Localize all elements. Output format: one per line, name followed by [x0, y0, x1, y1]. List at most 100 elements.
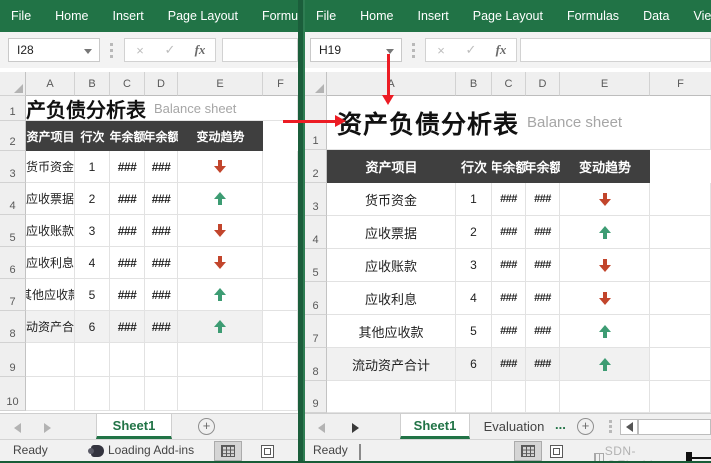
cell[interactable] — [263, 151, 298, 183]
cell[interactable] — [75, 343, 110, 377]
cell-line[interactable]: 6 — [75, 311, 110, 343]
cell-value[interactable]: ### — [526, 282, 560, 315]
cell[interactable] — [456, 381, 492, 413]
row-number[interactable]: 7 — [0, 279, 26, 311]
cell-trend[interactable] — [560, 216, 650, 249]
row-number[interactable]: 6 — [305, 282, 327, 315]
cell[interactable] — [145, 343, 178, 377]
row-number[interactable]: 5 — [0, 215, 26, 247]
tab-nav-right-icon[interactable] — [352, 423, 359, 433]
cell-value[interactable]: ### — [110, 151, 145, 183]
sheet-tab-sheet1[interactable]: Sheet1 — [96, 414, 172, 439]
header-line[interactable]: 行次 — [75, 121, 110, 151]
cell[interactable] — [263, 377, 298, 411]
header-year-balance-1[interactable]: 年余额 — [492, 150, 526, 183]
sheet-title-cell[interactable]: 资产负债分析表 Balance sheet — [327, 96, 650, 150]
cell-label[interactable]: 应收利息 — [327, 282, 456, 315]
ribbon-tab-data[interactable]: Data — [631, 0, 681, 32]
header-year-balance-1[interactable]: 年余额 — [110, 121, 145, 151]
normal-view-button[interactable] — [214, 441, 242, 461]
row-number[interactable]: 5 — [305, 249, 327, 282]
select-all-corner[interactable] — [305, 72, 327, 96]
insert-function-icon[interactable]: fx — [486, 42, 516, 58]
tab-nav-left-icon[interactable] — [14, 423, 21, 433]
cell-value[interactable]: ### — [110, 279, 145, 311]
page-layout-view-button[interactable] — [253, 441, 281, 461]
column-header-e[interactable]: E — [560, 72, 650, 96]
cell[interactable] — [650, 96, 711, 150]
enter-icon[interactable]: ✓ — [456, 42, 486, 58]
cell-label[interactable]: 应收票据 — [26, 183, 75, 215]
column-header-e[interactable]: E — [178, 72, 263, 96]
cell-value[interactable]: ### — [526, 183, 560, 216]
cell[interactable] — [526, 381, 560, 413]
column-header-d[interactable]: D — [145, 72, 178, 96]
cell-value[interactable]: ### — [492, 183, 526, 216]
column-header-b[interactable]: B — [456, 72, 492, 96]
cell-trend[interactable] — [560, 249, 650, 282]
cell-label[interactable]: 应收利息 — [26, 247, 75, 279]
ribbon-tab-page-layout[interactable]: Page Layout — [461, 0, 555, 32]
cell-line[interactable]: 4 — [75, 247, 110, 279]
header-trend[interactable]: 变动趋势 — [560, 150, 650, 183]
row-number[interactable]: 8 — [305, 348, 327, 381]
cell[interactable] — [26, 377, 75, 411]
header-item[interactable]: 资产项目 — [327, 150, 456, 183]
tab-nav-left-icon[interactable] — [318, 423, 325, 433]
cell-trend[interactable] — [560, 282, 650, 315]
cell-label[interactable]: 货币资金 — [26, 151, 75, 183]
cell[interactable] — [145, 377, 178, 411]
formula-input[interactable] — [520, 38, 711, 62]
cell[interactable] — [178, 377, 263, 411]
ribbon-tab-insert[interactable]: Insert — [406, 0, 461, 32]
cell-line[interactable]: 2 — [456, 216, 492, 249]
cell[interactable] — [560, 381, 650, 413]
row-number[interactable]: 9 — [305, 381, 327, 413]
column-header-c[interactable]: C — [492, 72, 526, 96]
cell[interactable] — [650, 282, 711, 315]
ribbon-tab-home[interactable]: Home — [43, 0, 100, 32]
row-number[interactable]: 7 — [305, 315, 327, 348]
insert-function-icon[interactable]: fx — [185, 42, 215, 58]
cell[interactable] — [263, 343, 298, 377]
row-number[interactable]: 9 — [0, 343, 26, 377]
cell-label[interactable]: 应收账款 — [26, 215, 75, 247]
cell-trend[interactable] — [178, 279, 263, 311]
cell-value[interactable]: ### — [492, 216, 526, 249]
cell-trend[interactable] — [178, 215, 263, 247]
cell-value[interactable]: ### — [110, 183, 145, 215]
cell[interactable] — [650, 381, 711, 413]
cell[interactable] — [263, 279, 298, 311]
cell-value[interactable]: ### — [526, 315, 560, 348]
column-header-b[interactable]: B — [75, 72, 110, 96]
add-sheet-icon[interactable]: + — [577, 418, 594, 435]
cell-label[interactable]: 其他应收款 — [26, 279, 75, 311]
cell-value[interactable]: ### — [145, 151, 178, 183]
cell-line[interactable]: 1 — [75, 151, 110, 183]
enter-icon[interactable]: ✓ — [155, 42, 185, 58]
ribbon-tab-home[interactable]: Home — [348, 0, 405, 32]
cell-value[interactable]: ### — [492, 315, 526, 348]
header-item[interactable]: 资产项目 — [26, 121, 75, 151]
cell-value[interactable]: ### — [526, 249, 560, 282]
cell-label[interactable]: 货币资金 — [327, 183, 456, 216]
cell-line[interactable]: 6 — [456, 348, 492, 381]
header-year-balance-2[interactable]: 年余额 — [145, 121, 178, 151]
cell-value[interactable]: ### — [110, 215, 145, 247]
cell-line[interactable]: 5 — [75, 279, 110, 311]
cell[interactable] — [650, 150, 711, 183]
cell-value[interactable]: ### — [145, 279, 178, 311]
row-number[interactable]: 6 — [0, 247, 26, 279]
row-number[interactable]: 10 — [0, 377, 26, 411]
cell-label[interactable]: 应收票据 — [327, 216, 456, 249]
row-number[interactable]: 1 — [0, 96, 26, 121]
cell[interactable] — [650, 183, 711, 216]
cell-value[interactable]: ### — [110, 247, 145, 279]
row-number[interactable]: 4 — [305, 216, 327, 249]
tab-overflow-ellipsis[interactable]: ... — [555, 417, 566, 432]
ribbon-tab-formulas[interactable]: Formulas — [250, 0, 298, 32]
cell-trend[interactable] — [178, 183, 263, 215]
cell[interactable] — [492, 381, 526, 413]
cell-value[interactable]: ### — [145, 311, 178, 343]
column-header-f[interactable]: F — [650, 72, 711, 96]
